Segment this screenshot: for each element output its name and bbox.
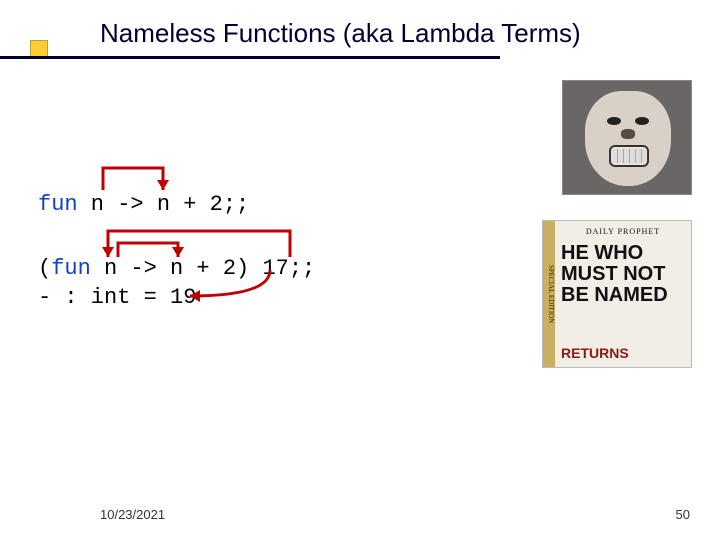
footer-page-number: 50 xyxy=(676,507,690,522)
keyword-fun-2: fun xyxy=(51,256,91,281)
code-line-3: - : int = 19 xyxy=(38,283,315,313)
image-voldemort xyxy=(562,80,692,195)
image-daily-prophet: SPECIAL EDITION DAILY PROPHET HE WHO MUS… xyxy=(542,220,692,368)
poster-banner: DAILY PROPHET xyxy=(561,227,685,236)
footer-date: 10/23/2021 xyxy=(100,507,165,522)
code-line-2: (fun n -> n + 2) 17;; xyxy=(38,254,315,284)
code-line-2-rest: n -> n + 2) 17;; xyxy=(91,256,315,281)
poster-sub: RETURNS xyxy=(561,345,685,361)
keyword-fun: fun xyxy=(38,192,78,217)
slide-title: Nameless Functions (aka Lambda Terms) xyxy=(100,18,581,49)
code-block: fun n -> n + 2;; (fun n -> n + 2) 17;; -… xyxy=(38,190,315,313)
poster-strip: SPECIAL EDITION xyxy=(543,221,555,367)
title-underline xyxy=(0,56,500,59)
code-line-1-rest: n -> n + 2;; xyxy=(78,192,250,217)
paren-open: ( xyxy=(38,256,51,281)
code-line-1: fun n -> n + 2;; xyxy=(38,190,315,220)
poster-headline: HE WHO MUST NOT BE NAMED xyxy=(561,243,685,306)
